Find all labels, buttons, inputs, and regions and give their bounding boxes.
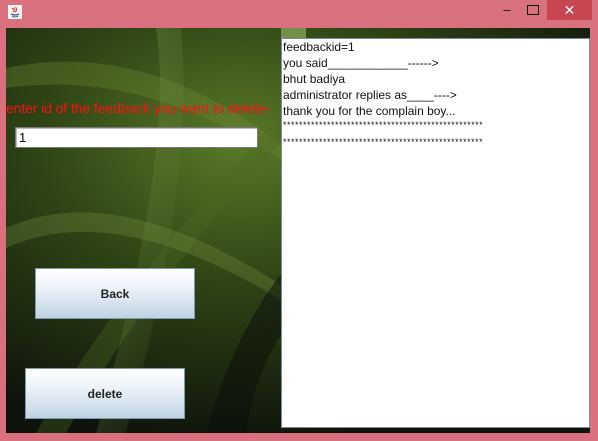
close-button[interactable]: ✕ (547, 0, 592, 20)
delete-button[interactable]: delete (25, 368, 185, 419)
separator-line: ****************************************… (283, 120, 484, 130)
maximize-button[interactable] (519, 0, 547, 20)
feedback-line: feedbackid=1 (283, 40, 355, 54)
title-bar[interactable]: ‒ ✕ (0, 0, 598, 26)
app-window: ‒ ✕ enter id of the feedback you want to… (0, 0, 598, 441)
minimize-button[interactable]: ‒ (492, 0, 522, 20)
feedback-line: bhut badiya (283, 72, 346, 86)
delete-prompt-label: enter id of the feedback you want to del… (6, 100, 271, 116)
feedback-line: you said____________------> (283, 56, 439, 70)
minimize-icon: ‒ (503, 2, 511, 17)
feedback-id-input[interactable] (15, 127, 258, 148)
maximize-icon (527, 5, 539, 15)
close-icon: ✕ (563, 2, 576, 18)
feedback-line: administrator replies as____----> (283, 88, 457, 102)
feedback-text-area[interactable]: feedbackid=1 you said____________------>… (281, 38, 590, 428)
java-icon (8, 5, 22, 19)
separator-line: ****************************************… (283, 137, 484, 147)
content-panel: enter id of the feedback you want to del… (6, 28, 590, 433)
back-button[interactable]: Back (35, 268, 195, 319)
